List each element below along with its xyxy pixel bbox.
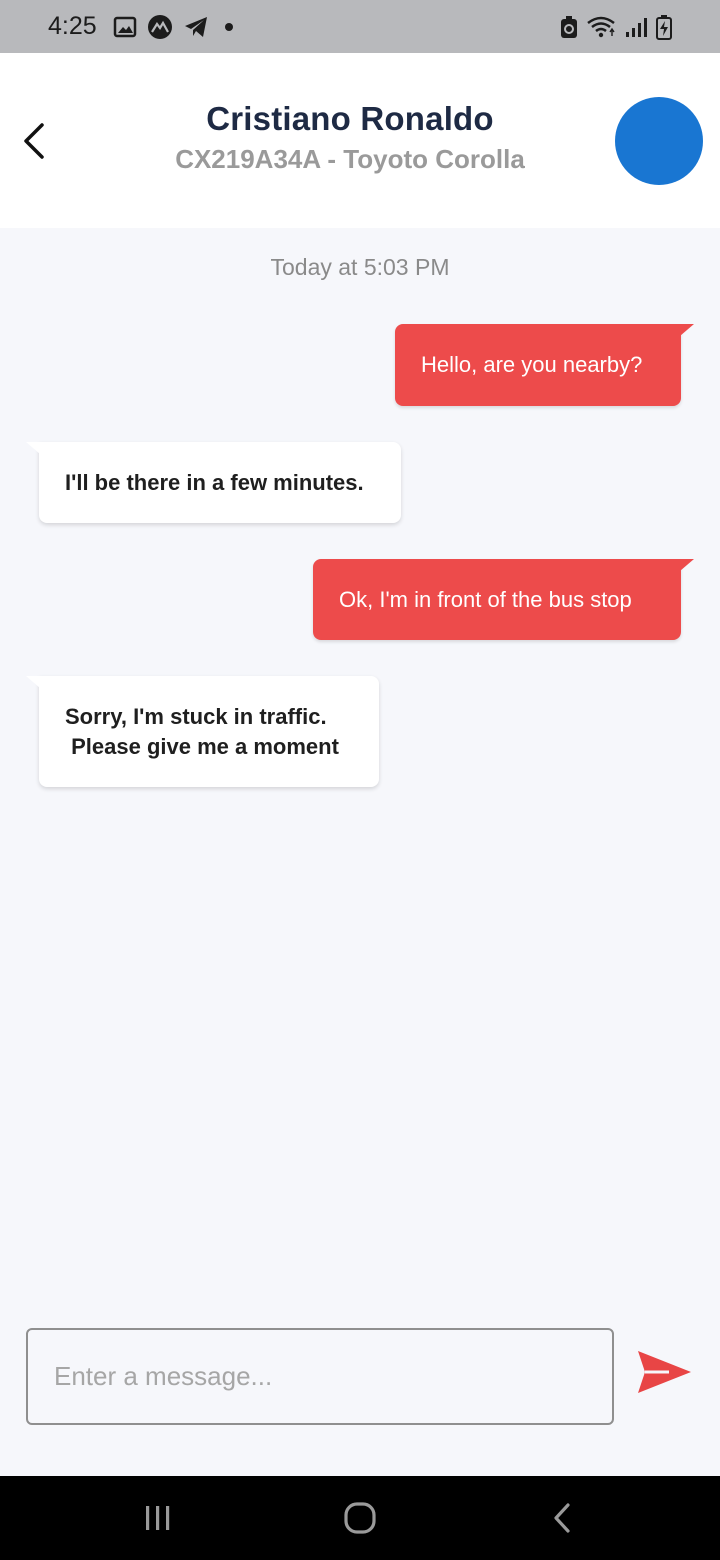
avatar[interactable] (615, 97, 703, 185)
wifi-icon (586, 15, 616, 39)
recent-apps-icon (146, 1506, 170, 1530)
signal-icon (624, 15, 648, 39)
status-right-group (560, 14, 672, 40)
message-bubble-outgoing[interactable]: Ok, I'm in front of the bus stop (313, 559, 694, 640)
back-arrow-icon (554, 1503, 570, 1533)
message-bubble-incoming[interactable]: I'll be there in a few minutes. (26, 442, 401, 523)
message-text: Ok, I'm in front of the bus stop (339, 586, 632, 612)
battery-charging-icon (656, 14, 672, 40)
header-titles: Cristiano Ronaldo CX219A34A - Toyoto Cor… (100, 99, 600, 177)
status-time: 4:25 (48, 12, 97, 40)
message-bubble-incoming[interactable]: Sorry, I'm stuck in traffic. Please give… (26, 676, 379, 787)
message-bubble-outgoing[interactable]: Hello, are you nearby? (395, 324, 694, 406)
recent-apps-button[interactable] (118, 1490, 198, 1546)
bubble-tail (26, 676, 40, 688)
chevron-left-icon (24, 123, 44, 159)
chat-header: Cristiano Ronaldo CX219A34A - Toyoto Cor… (0, 53, 720, 228)
bubble-tail (680, 324, 694, 336)
bubble-tail (26, 442, 40, 454)
chat-timestamp: Today at 5:03 PM (270, 254, 450, 280)
contact-name: Cristiano Ronaldo (206, 100, 494, 137)
system-back-button[interactable] (522, 1490, 602, 1546)
system-nav-bar (0, 1476, 720, 1560)
recycle-battery-icon (560, 15, 578, 39)
vehicle-info: CX219A34A - Toyoto Corolla (175, 144, 525, 174)
notification-dot-icon (224, 22, 233, 31)
home-button[interactable] (320, 1490, 400, 1546)
mountain-app-icon (147, 14, 173, 40)
status-bar: 4:25 (0, 0, 720, 53)
message-text: I'll be there in a few minutes. (65, 469, 364, 495)
send-icon (638, 1351, 691, 1393)
message-text: Sorry, I'm stuck in traffic. Please give… (65, 703, 339, 759)
bubble-tail (680, 559, 694, 571)
telegram-icon (183, 15, 209, 39)
home-icon (344, 1502, 376, 1534)
message-text: Hello, are you nearby? (421, 352, 643, 377)
status-left-group: 4:25 (48, 12, 233, 41)
message-input[interactable] (26, 1328, 614, 1425)
send-button[interactable] (632, 1342, 696, 1402)
image-icon (113, 16, 137, 38)
back-button[interactable] (14, 111, 54, 171)
